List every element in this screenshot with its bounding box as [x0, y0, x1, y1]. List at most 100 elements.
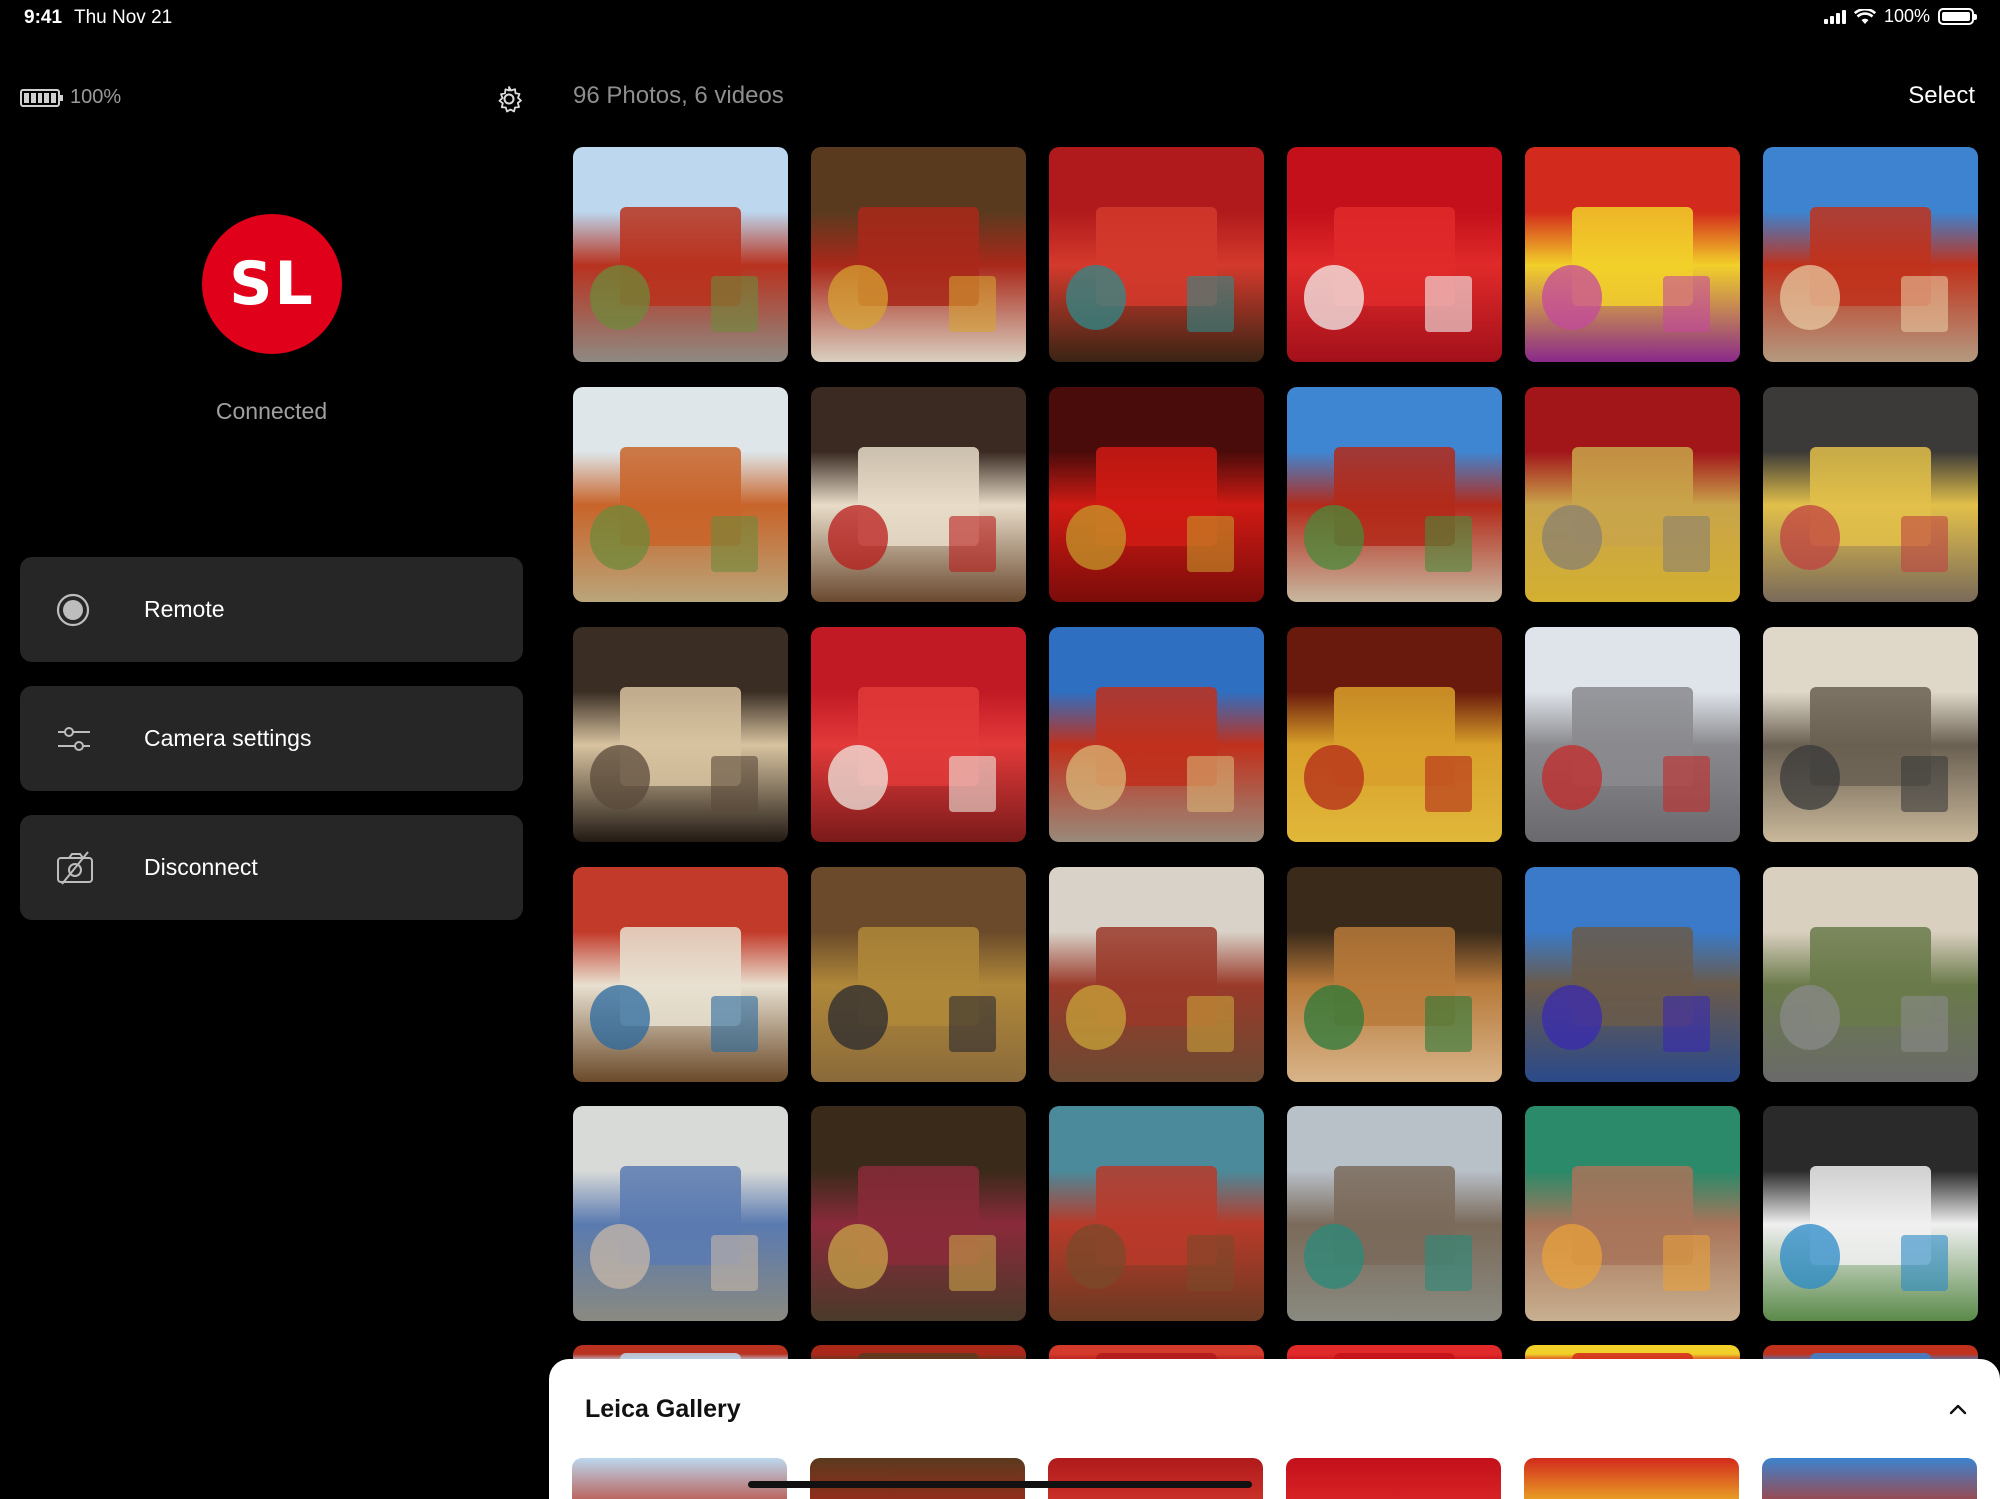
photo-detail [590, 1224, 651, 1289]
photo-detail [1662, 516, 1710, 572]
photo-thumbnail[interactable] [573, 387, 788, 602]
camera-settings-button[interactable]: Camera settings [20, 686, 523, 791]
photo-thumbnail[interactable] [1525, 627, 1740, 842]
record-icon [56, 593, 90, 626]
photo-detail [710, 996, 758, 1052]
photo-thumbnail[interactable] [1763, 147, 1978, 362]
photo-thumbnail[interactable] [1763, 867, 1978, 1082]
photo-detail [948, 516, 996, 572]
photo-detail [710, 516, 758, 572]
photo-detail [1066, 505, 1127, 570]
photo-thumbnail[interactable] [811, 387, 1026, 602]
photo-thumbnail[interactable] [1763, 387, 1978, 602]
photo-thumbnail[interactable] [1287, 147, 1502, 362]
photo-thumbnail[interactable] [811, 147, 1026, 362]
photo-detail [1900, 276, 1948, 332]
photo-thumbnail[interactable] [1525, 867, 1740, 1082]
status-date: Thu Nov 21 [74, 7, 173, 28]
connection-status: Connected [215, 398, 328, 424]
photo-thumbnail[interactable] [1049, 147, 1264, 362]
leica-gallery-sheet[interactable]: Leica Gallery [549, 1359, 2000, 1499]
photo-detail [1186, 756, 1234, 812]
photo-detail [948, 996, 996, 1052]
photo-gallery: 96 Photos, 6 videos Select [543, 34, 2000, 1499]
photo-detail [1304, 985, 1365, 1050]
photo-thumbnail[interactable] [1049, 1106, 1264, 1321]
photo-thumbnail[interactable] [1049, 867, 1264, 1082]
gallery-thumbnail[interactable] [1762, 1458, 1977, 1499]
media-count: 96 Photos, 6 videos [573, 82, 784, 109]
photo-thumbnail[interactable] [1763, 627, 1978, 842]
photo-detail [1900, 1235, 1948, 1291]
photo-detail [590, 745, 651, 810]
camera-battery: 100% [20, 86, 121, 109]
photo-detail [590, 265, 651, 330]
photo-detail [1424, 756, 1472, 812]
gallery-thumbnail[interactable] [1048, 1458, 1263, 1499]
photo-detail [1424, 996, 1472, 1052]
photo-detail [1662, 276, 1710, 332]
gallery-thumbnail[interactable] [810, 1458, 1025, 1499]
sidebar: 100% SL Connected Remote Camera settings… [0, 34, 543, 1499]
photo-detail [1424, 516, 1472, 572]
photo-thumbnail[interactable] [573, 147, 788, 362]
photo-detail [1780, 1224, 1841, 1289]
gallery-thumbnail[interactable] [572, 1458, 787, 1499]
photo-detail [1900, 996, 1948, 1052]
photo-detail [710, 276, 758, 332]
photo-detail [948, 276, 996, 332]
camera-battery-percent: 100% [70, 86, 122, 108]
photo-detail [1066, 745, 1127, 810]
chevron-up-icon[interactable] [1946, 1397, 1970, 1421]
photo-thumbnail[interactable] [1287, 387, 1502, 602]
photo-detail [1542, 505, 1603, 570]
photo-detail [1186, 276, 1234, 332]
photo-detail [1662, 756, 1710, 812]
photo-detail [948, 1235, 996, 1291]
home-indicator[interactable] [748, 1481, 1252, 1488]
photo-detail [1424, 1235, 1472, 1291]
camera-settings-label: Camera settings [144, 725, 312, 751]
photo-thumbnail[interactable] [811, 1106, 1026, 1321]
status-bar: 9:41 Thu Nov 21 100% [0, 0, 2000, 34]
photo-detail [828, 1224, 889, 1289]
photo-thumbnail[interactable] [1049, 387, 1264, 602]
photo-detail [1186, 1235, 1234, 1291]
status-indicators: 100% [1823, 6, 1977, 27]
photo-thumbnail[interactable] [573, 1106, 788, 1321]
photo-thumbnail[interactable] [1525, 1106, 1740, 1321]
gallery-thumbnail[interactable] [1524, 1458, 1739, 1499]
photo-detail [1542, 745, 1603, 810]
photo-detail [1186, 516, 1234, 572]
photo-thumbnail[interactable] [1525, 147, 1740, 362]
photo-detail [1780, 505, 1841, 570]
sliders-icon [58, 726, 90, 751]
photo-thumbnail[interactable] [1049, 627, 1264, 842]
remote-button[interactable]: Remote [20, 557, 523, 662]
gallery-thumbnail[interactable] [1286, 1458, 1501, 1499]
camera-battery-icon [20, 88, 63, 107]
photo-detail [828, 505, 889, 570]
photo-detail [1066, 265, 1127, 330]
battery-percent: 100% [1883, 6, 1930, 26]
disconnect-button[interactable]: Disconnect [20, 815, 523, 920]
photo-detail [710, 756, 758, 812]
photo-thumbnail[interactable] [1525, 387, 1740, 602]
photo-detail [1066, 985, 1127, 1050]
photo-detail [1304, 265, 1365, 330]
disconnect-camera-icon [57, 850, 93, 885]
photo-thumbnail[interactable] [573, 867, 788, 1082]
photo-thumbnail[interactable] [811, 867, 1026, 1082]
gear-icon[interactable] [494, 84, 524, 114]
photo-thumbnail[interactable] [1287, 1106, 1502, 1321]
photo-thumbnail[interactable] [1287, 627, 1502, 842]
photo-thumbnail[interactable] [811, 627, 1026, 842]
photo-thumbnail[interactable] [1763, 1106, 1978, 1321]
photo-detail [828, 985, 889, 1050]
photo-thumbnail[interactable] [573, 627, 788, 842]
photo-thumbnail[interactable] [1287, 867, 1502, 1082]
battery-icon [1938, 8, 1977, 25]
select-button[interactable]: Select [1908, 82, 1975, 110]
disconnect-label: Disconnect [144, 854, 258, 880]
photo-detail [1900, 516, 1948, 572]
